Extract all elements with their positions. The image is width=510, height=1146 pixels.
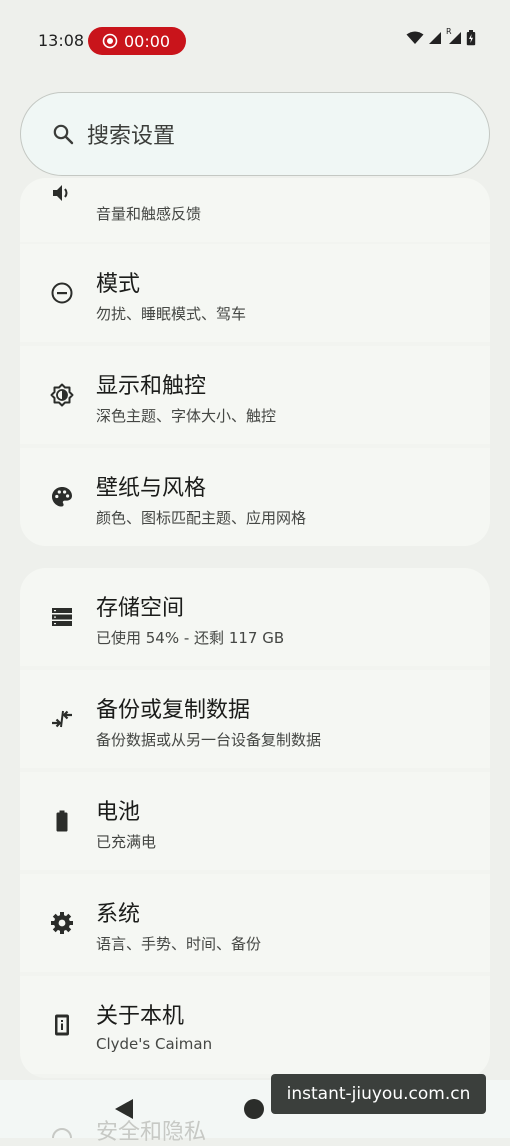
settings-item-title: 模式: [96, 272, 141, 297]
roaming-signal-icon: R: [446, 27, 462, 45]
settings-item-title: 备份或复制数据: [96, 698, 251, 723]
status-bar: 13:08 00:00 R: [0, 0, 510, 80]
battery-icon: [466, 30, 476, 46]
search-bar[interactable]: 搜索设置: [20, 92, 490, 176]
settings-item-storage[interactable]: 存储空间 已使用 54% - 还剩 117 GB: [20, 568, 490, 666]
settings-item-system[interactable]: 系统 语言、手势、时间、备份: [20, 874, 490, 972]
do-not-disturb-icon: [51, 282, 73, 304]
signal-icon: [429, 32, 441, 44]
search-icon: [53, 124, 74, 145]
gear-icon: [51, 912, 73, 934]
settings-item-title: 关于本机: [96, 1004, 185, 1029]
settings-item-subtitle: 备份数据或从另一台设备复制数据: [96, 731, 322, 749]
settings-item-sound[interactable]: 音量和触感反馈: [20, 178, 490, 242]
security-icon: [50, 1126, 74, 1138]
wifi-icon: [406, 31, 424, 44]
status-time: 13:08: [38, 31, 85, 50]
settings-item-subtitle: 音量和触感反馈: [96, 205, 202, 223]
settings-item-title: 显示和触控: [96, 374, 207, 399]
search-placeholder: 搜索设置: [87, 124, 176, 149]
recording-time: 00:00: [124, 31, 171, 51]
settings-item-modes[interactable]: 模式 勿扰、睡眠模式、驾车: [20, 244, 490, 342]
screen-recording-chip[interactable]: 00:00: [88, 27, 186, 55]
settings-item-title: 电池: [96, 800, 141, 825]
brightness-icon: [50, 383, 74, 407]
storage-icon: [52, 608, 72, 626]
watermark-text: instant-jiuyou.com.cn: [271, 1074, 486, 1114]
settings-group-device: 存储空间 已使用 54% - 还剩 117 GB 备份或复制数据 备份数据或从另…: [20, 568, 490, 1078]
back-icon[interactable]: [114, 1098, 134, 1120]
settings-item-subtitle: 语言、手势、时间、备份: [96, 935, 262, 953]
settings-item-display[interactable]: 显示和触控 深色主题、字体大小、触控: [20, 346, 490, 444]
settings-item-subtitle: 已使用 54% - 还剩 117 GB: [96, 629, 285, 647]
settings-group-personalization: 音量和触感反馈 模式 勿扰、睡眠模式、驾车 显示和触控 深色主题、字体大小、触控…: [20, 178, 490, 546]
settings-item-title: 存储空间: [96, 596, 185, 621]
home-icon[interactable]: [244, 1099, 264, 1119]
battery-full-icon: [56, 810, 68, 832]
settings-item-about-phone[interactable]: 关于本机 Clyde's Caiman: [20, 976, 490, 1074]
settings-item-subtitle: 颜色、图标匹配主题、应用网格: [96, 509, 307, 527]
settings-item-backup[interactable]: 备份或复制数据 备份数据或从另一台设备复制数据: [20, 670, 490, 768]
record-icon: [102, 33, 118, 49]
transfer-icon: [52, 710, 72, 728]
settings-item-title: 壁纸与风格: [96, 476, 207, 501]
settings-item-security-partial[interactable]: 安全和隐私: [96, 1114, 206, 1146]
palette-icon: [52, 487, 72, 507]
settings-item-subtitle: 勿扰、睡眠模式、驾车: [96, 305, 247, 323]
status-icons: R: [406, 27, 476, 46]
settings-item-battery[interactable]: 电池 已充满电: [20, 772, 490, 870]
settings-item-wallpaper[interactable]: 壁纸与风格 颜色、图标匹配主题、应用网格: [20, 448, 490, 546]
settings-item-subtitle: 深色主题、字体大小、触控: [96, 407, 277, 425]
settings-item-subtitle: Clyde's Caiman: [96, 1035, 213, 1053]
settings-item-subtitle: 已充满电: [96, 833, 157, 851]
settings-item-title: 系统: [96, 902, 141, 927]
sound-icon: [53, 185, 68, 201]
phone-info-icon: [55, 1014, 69, 1036]
